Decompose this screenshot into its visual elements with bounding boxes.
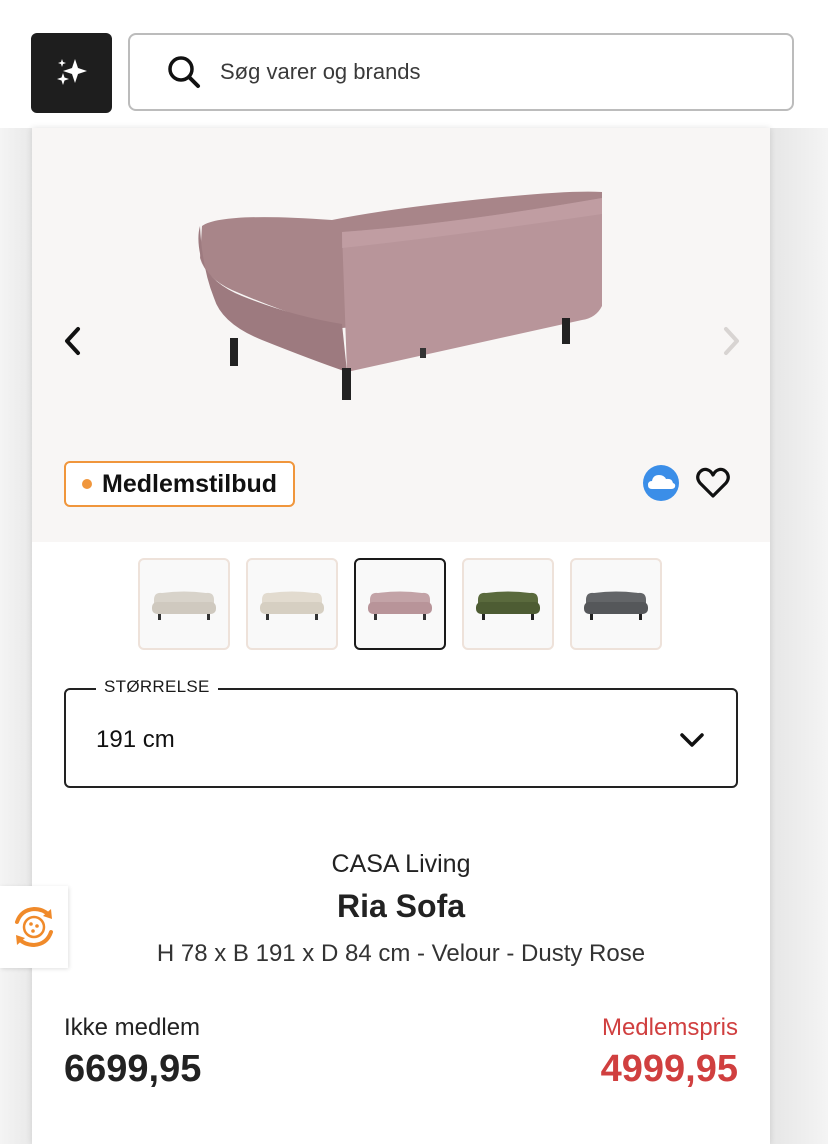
product-brand[interactable]: CASA Living — [32, 850, 770, 879]
size-select-value: 191 cm — [96, 726, 175, 753]
cookie-settings-icon — [15, 906, 53, 948]
member-price: 4999,95 — [600, 1048, 738, 1090]
image-gallery: Medlemstilbud — [32, 128, 770, 542]
floating-widget-button[interactable] — [0, 886, 68, 968]
member-price-label: Medlemspris — [601, 1014, 738, 1041]
product-image — [198, 191, 602, 400]
non-member-price: 6699,95 — [64, 1048, 202, 1090]
thumbnail-grey-sofa[interactable] — [570, 558, 662, 650]
heart-icon[interactable] — [694, 464, 732, 502]
ai-assistant-button[interactable] — [31, 33, 112, 113]
sofa-thumbnail-image — [584, 591, 648, 620]
sofa-thumbnail-image — [152, 591, 216, 620]
search-placeholder: Søg varer og brands — [220, 59, 421, 84]
thumbnail-rose-sofa[interactable] — [354, 558, 446, 650]
badge-label: Medlemstilbud — [102, 469, 278, 498]
search-bar[interactable]: Søg varer og brands — [128, 33, 794, 111]
size-select-label: STØRRELSE — [96, 677, 218, 697]
chevron-left-icon[interactable] — [58, 323, 88, 359]
search-icon — [168, 56, 200, 88]
sofa-thumbnail-image — [368, 591, 432, 620]
non-member-label: Ikke medlem — [64, 1014, 201, 1041]
header: Søg varer og brands — [0, 0, 828, 128]
product-description: H 78 x B 191 x D 84 cm - Velour - Dusty … — [156, 940, 646, 967]
product-card: Medlemstilbud STØRRELSE 191 cm CASA Livi… — [32, 128, 770, 1144]
thumbnail-cream-sofa[interactable] — [246, 558, 338, 650]
member-offer-badge: Medlemstilbud — [64, 461, 296, 507]
chevron-right-icon[interactable] — [716, 323, 746, 359]
product-title: Ria Sofa — [336, 888, 466, 924]
sofa-thumbnail-image — [476, 591, 540, 620]
color-thumbnails — [138, 558, 662, 650]
sofa-thumbnail-image — [260, 591, 324, 620]
sparkles-icon — [56, 59, 87, 85]
badge-dot — [82, 479, 92, 489]
thumbnail-beige-sofa[interactable] — [138, 558, 230, 650]
cloud-icon[interactable] — [642, 464, 680, 502]
side-background-left — [0, 128, 32, 1144]
chevron-down-icon — [680, 733, 704, 747]
side-background-right — [770, 128, 828, 1144]
size-select[interactable]: STØRRELSE 191 cm — [64, 677, 738, 788]
thumbnail-green-sofa[interactable] — [462, 558, 554, 650]
